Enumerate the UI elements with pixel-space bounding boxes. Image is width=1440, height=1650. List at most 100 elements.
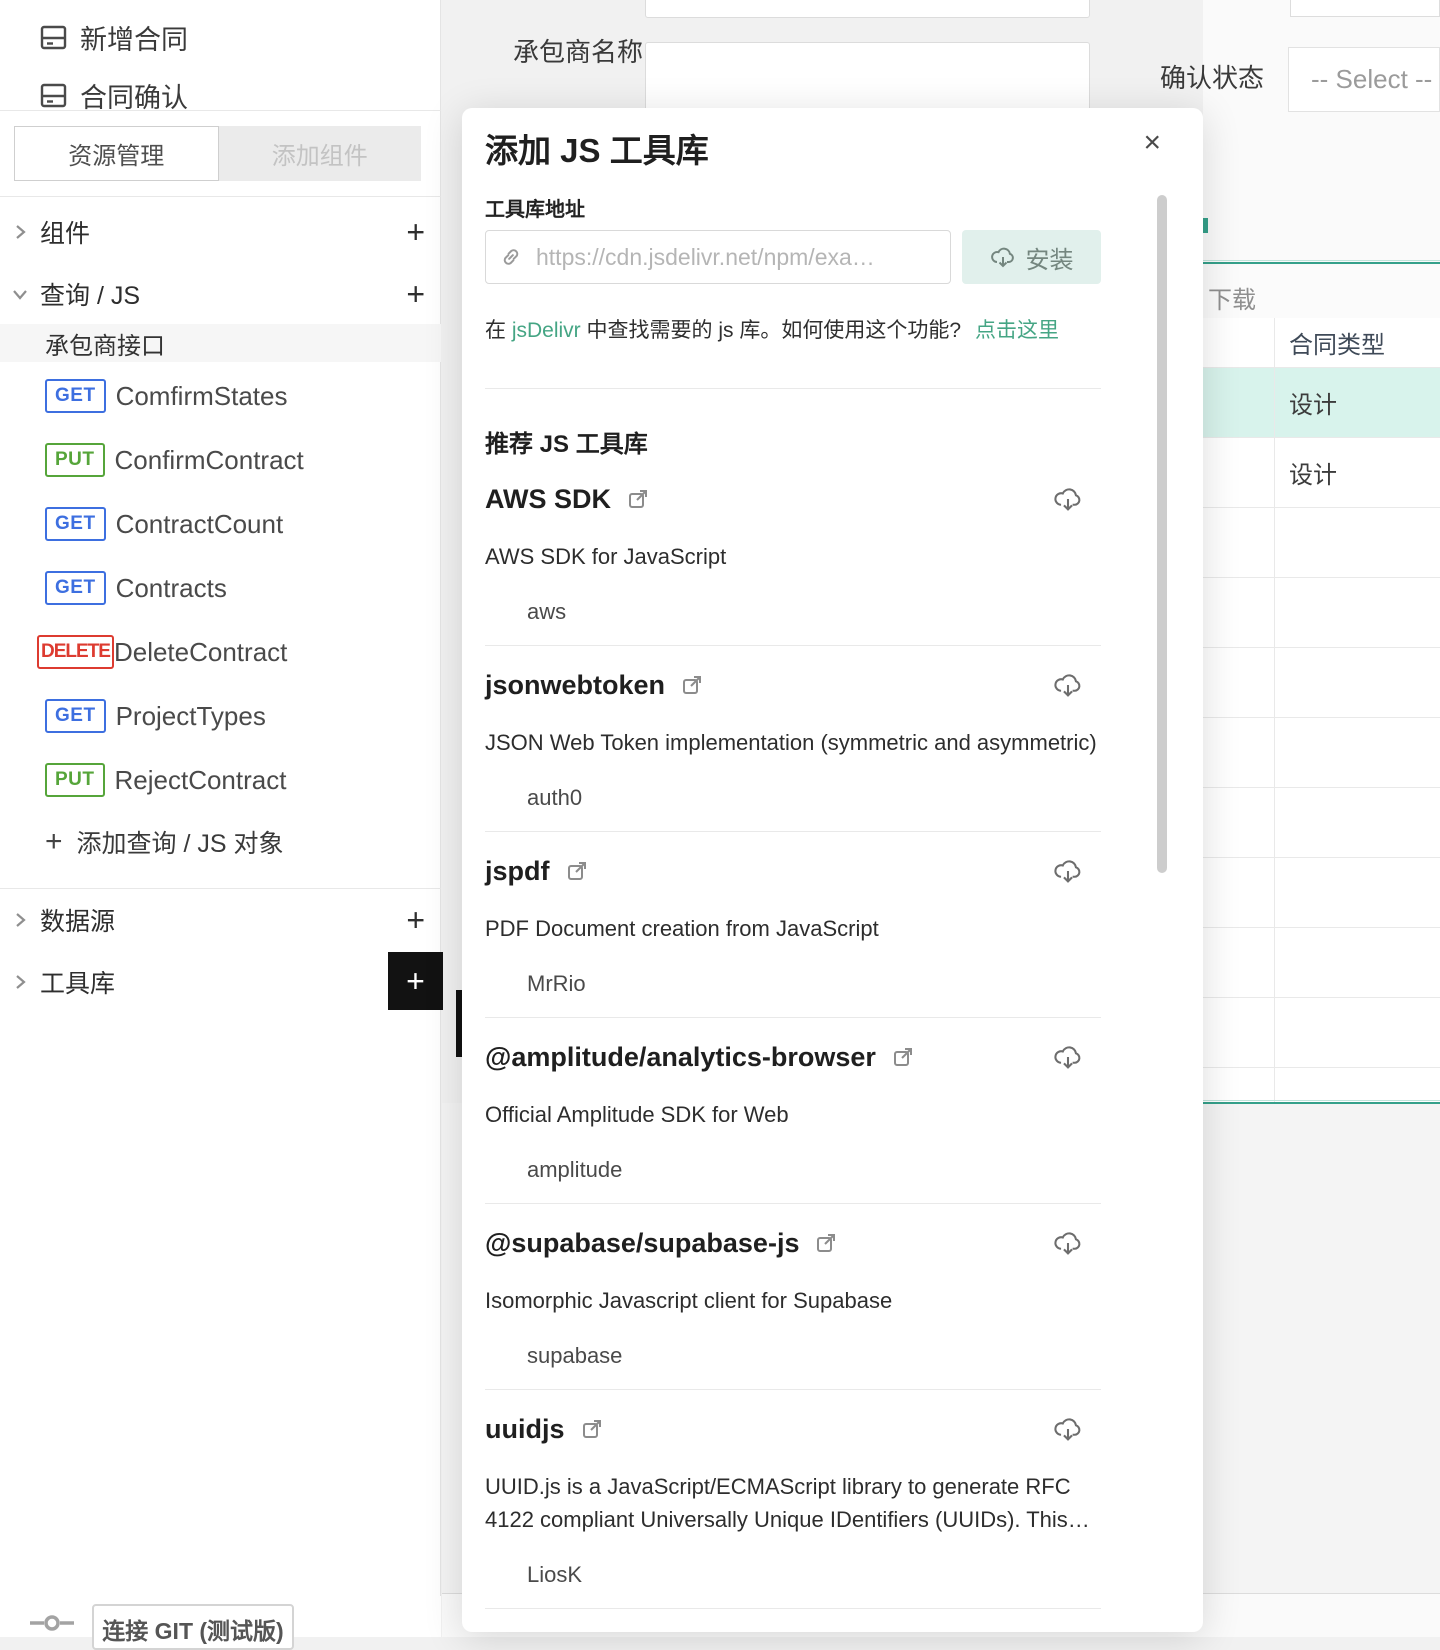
download-library-icon[interactable] [1053,670,1083,705]
library-entry-aws-sdk: AWS SDK AWS SDK for JavaScript aws [485,460,1101,646]
external-link-icon[interactable] [815,1232,837,1254]
external-link-icon[interactable] [627,488,649,510]
download-library-icon[interactable] [1053,484,1083,519]
api-name: ComfirmStates [115,380,288,411]
method-badge: GET [45,507,106,541]
api-name: ContractCount [115,508,284,539]
tree-section-datasources[interactable]: 数据源 + [0,898,441,942]
library-author: amplitude [527,1157,623,1182]
download-library-icon[interactable] [1053,1228,1083,1263]
tab-resource-management[interactable]: 资源管理 [14,126,219,181]
jsdelivr-link[interactable]: jsDelivr [512,319,581,342]
form-input-partial[interactable] [645,0,1090,18]
click-here-link[interactable]: 点击这里 [975,319,1059,342]
form-input-top-right[interactable] [1290,0,1440,17]
table-row[interactable]: 设计 [1203,368,1440,438]
table-row-empty[interactable] [1203,928,1440,998]
page-item-new-contract[interactable]: 新增合同 [40,18,188,57]
library-url-field[interactable] [485,230,951,284]
table-row-empty[interactable] [1203,858,1440,928]
api-item-confirmcontract[interactable]: PUT ConfirmContract [0,440,441,480]
divider [0,888,441,889]
external-link-icon[interactable] [681,674,703,696]
sidebar-tabbar: 资源管理 添加组件 [14,126,421,181]
tree-section-components[interactable]: 组件 + [0,210,441,254]
library-entry-jspdf: jspdf PDF Document creation from JavaScr… [485,832,1101,1018]
external-link-icon[interactable] [581,1418,603,1440]
tree-section-query-js[interactable]: 查询 / JS + [0,272,441,316]
api-item-contractcount[interactable]: GET ContractCount [0,504,441,544]
download-library-icon[interactable] [1053,1042,1083,1077]
table-row-empty[interactable] [1203,718,1440,788]
widget-selection-border-bottom [1203,1100,1440,1104]
add-js-library-modal: 添加 JS 工具库 × 工具库地址 安装 在 jsDelivr 中查找需要的 j… [462,108,1203,1632]
help-text: 在 jsDelivr 中查找需要的 js 库。如何使用这个功能? 点击这里 [485,314,1059,344]
library-author: auth0 [527,785,583,810]
external-link-icon[interactable] [566,860,588,882]
api-item-projecttypes[interactable]: GET ProjectTypes [0,696,441,736]
page-item-label: 新增合同 [80,25,188,55]
query-group-contractor-api[interactable]: 承包商接口 [0,324,441,362]
tree-section-label: 组件 [40,220,91,248]
table-row-empty[interactable] [1203,788,1440,858]
library-author: supabase [527,1343,623,1368]
page-icon [40,83,67,107]
method-badge: DELETE [37,635,114,669]
library-entry-supabase: @supabase/supabase-js Isomorphic Javascr… [485,1204,1101,1390]
link-icon [503,249,519,265]
tree-section-libraries[interactable]: 工具库 [0,960,441,1004]
table-row-empty[interactable] [1203,578,1440,648]
table-row-empty[interactable] [1203,998,1440,1068]
library-description: PDF Document creation from JavaScript [485,916,879,941]
plus-icon: + [45,825,63,858]
download-library-icon[interactable] [1053,1414,1083,1449]
table-header-spacer [1203,318,1275,367]
api-item-rejectcontract[interactable]: PUT RejectContract [0,760,441,800]
library-list: AWS SDK AWS SDK for JavaScript aws jsonw… [485,460,1101,1632]
divider [0,196,441,197]
library-entry-papa-parse: Papa Parse 5 [485,1609,1101,1632]
table-cell-contract-type: 设计 [1289,392,1337,419]
add-library-button[interactable]: + [388,952,443,1010]
download-library-icon[interactable] [1053,856,1083,891]
table-row-empty[interactable] [1203,508,1440,578]
library-entry-uuidjs: uuidjs UUID.js is a JavaScript/ECMAScrip… [485,1390,1101,1609]
api-name: DeleteContract [113,636,288,667]
table-row-empty[interactable] [1203,648,1440,718]
external-link-icon[interactable] [892,1046,914,1068]
widget-selection-handle [1203,218,1208,233]
add-component-button[interactable]: + [406,216,425,248]
download-label[interactable]: 下载 [1208,280,1256,315]
library-description: Official Amplitude SDK for Web [485,1102,789,1127]
api-item-comfirmstates[interactable]: GET ComfirmStates [0,376,441,416]
modal-scrollbar[interactable] [1157,195,1167,873]
add-query-button[interactable]: + [406,278,425,310]
library-url-label: 工具库地址 [485,199,585,221]
close-icon[interactable]: × [1143,128,1161,158]
git-branch-icon [30,1615,74,1631]
library-url-input[interactable] [536,243,936,271]
confirm-status-select[interactable]: -- Select -- [1288,47,1440,112]
library-name: @amplitude/analytics-browser [485,1041,876,1072]
left-sidebar: 新增合同 合同确认 资源管理 添加组件 组件 + 查询 / JS + 承包商接口… [0,0,441,1650]
table-row[interactable]: 设计 [1203,438,1440,508]
tab-add-component[interactable]: 添加组件 [219,126,422,181]
library-description: AWS SDK for JavaScript [485,544,727,569]
cloud-download-icon [990,247,1014,268]
install-button[interactable]: 安装 [962,230,1101,284]
add-query-js-object-button[interactable]: + 添加查询 / JS 对象 [45,824,284,860]
method-badge: GET [45,699,106,733]
table-row-empty[interactable] [1203,1068,1440,1103]
method-badge: PUT [45,763,105,797]
add-datasource-button[interactable]: + [406,904,425,936]
select-placeholder: -- Select -- [1311,64,1433,94]
chevron-right-icon [0,224,40,240]
connect-git-button[interactable]: 连接 GIT (测试版) [92,1604,294,1650]
api-name: Contracts [115,572,227,603]
page-item-contract-confirm[interactable]: 合同确认 [40,80,188,110]
form-panel [1203,0,1440,266]
api-item-deletecontract[interactable]: DELETE DeleteContract [0,632,441,672]
api-item-contracts[interactable]: GET Contracts [0,568,441,608]
widget-selection-border-top [1203,260,1440,264]
library-description: UUID.js is a JavaScript/ECMAScript libra… [485,1474,1090,1532]
